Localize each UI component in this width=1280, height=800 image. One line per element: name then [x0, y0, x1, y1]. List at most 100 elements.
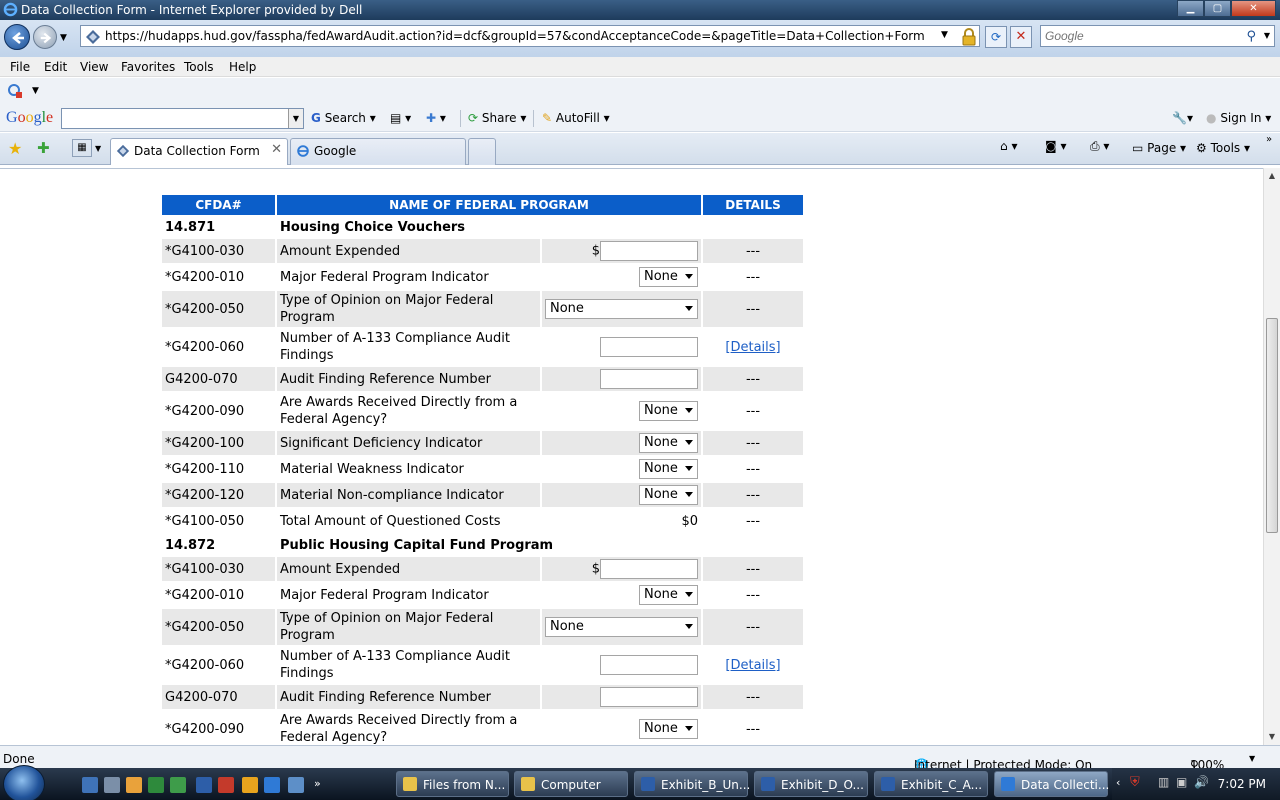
network-icon[interactable]: ▣ [1176, 775, 1187, 789]
wrench-button[interactable]: 🔧▾ [1172, 111, 1193, 125]
volume-icon[interactable]: 🔊 [1194, 775, 1209, 789]
tab-list-dropdown[interactable]: ▼ [95, 144, 101, 153]
quick-tabs-icon[interactable]: ▦ [72, 139, 92, 157]
back-button[interactable] [4, 24, 30, 50]
page-menu-button[interactable]: ▭ Page ▾ [1132, 141, 1186, 155]
clock[interactable]: 7:02 PM [1218, 777, 1266, 791]
vertical-scrollbar[interactable]: ▲ ▼ [1263, 168, 1280, 745]
details-cell: --- [703, 291, 803, 327]
quicklaunch-excel-icon[interactable] [148, 777, 164, 793]
autofill-button[interactable]: ✎ AutoFill ▾ [542, 111, 610, 125]
scroll-thumb[interactable] [1266, 318, 1278, 533]
refresh-button[interactable]: ⟳ [985, 26, 1007, 48]
indicator-select[interactable]: None [639, 401, 698, 421]
task-exhibit-d[interactable]: Exhibit_D_O... [754, 771, 868, 797]
search-options-dropdown[interactable]: ▼ [1264, 31, 1270, 40]
quicklaunch-switch-icon[interactable] [104, 777, 120, 793]
text-input[interactable] [600, 655, 698, 675]
quicklaunch-media-icon[interactable] [242, 777, 258, 793]
stop-button[interactable]: ✕ [1010, 26, 1032, 48]
google-search-dropdown[interactable]: ▼ [288, 109, 303, 128]
amount-expended-input[interactable] [600, 241, 698, 261]
menu-view[interactable]: View [80, 60, 108, 74]
close-tab-icon[interactable]: ✕ [271, 142, 282, 157]
chevron-more-icon[interactable]: » [1266, 134, 1272, 145]
minimize-button[interactable]: ▁ [1177, 0, 1204, 17]
menu-favorites[interactable]: Favorites [121, 60, 175, 74]
live-search-box[interactable]: ⚲ ▼ [1040, 25, 1275, 47]
add-favorites-icon[interactable]: ✚ [37, 139, 50, 157]
text-input[interactable] [600, 687, 698, 707]
lock-icon[interactable] [960, 28, 978, 46]
indicator-select[interactable]: None [639, 485, 698, 505]
forward-arrow-icon [40, 32, 52, 44]
field-code: *G4200-050 [162, 291, 275, 327]
tools-menu-button[interactable]: ⚙ Tools ▾ [1196, 141, 1250, 155]
menu-file[interactable]: File [10, 60, 30, 74]
indicator-select[interactable]: None [639, 719, 698, 739]
quicklaunch-ie-icon[interactable] [264, 777, 280, 793]
share-button[interactable]: ⟳ Share ▾ [468, 111, 526, 125]
address-dropdown[interactable]: ▼ [941, 30, 948, 40]
zoom-dropdown[interactable]: ▼ [1249, 754, 1255, 763]
quicklaunch-word-icon[interactable] [196, 777, 212, 793]
chevron-down-icon [685, 440, 693, 445]
google-search-input[interactable]: ▼ [61, 108, 304, 129]
task-exhibit-c[interactable]: Exhibit_C_A... [874, 771, 988, 797]
menu-help[interactable]: Help [229, 60, 256, 74]
close-window-button[interactable]: ✕ [1231, 0, 1276, 17]
favorites-star-icon[interactable]: ★ [8, 139, 22, 158]
recent-pages-dropdown[interactable]: ▼ [60, 33, 67, 43]
print-button[interactable]: ⎙ ▾ [1090, 139, 1109, 154]
new-tab-button[interactable] [468, 138, 496, 165]
text-input[interactable] [600, 369, 698, 389]
quicklaunch-desktop-icon[interactable] [82, 777, 98, 793]
address-field[interactable]: https://hudapps.hud.gov/fasspha/fedAward… [80, 25, 980, 47]
indicator-select[interactable]: None [639, 267, 698, 287]
address-url[interactable]: https://hudapps.hud.gov/fasspha/fedAward… [105, 29, 925, 43]
indicator-select[interactable]: None [639, 459, 698, 479]
search-icon[interactable]: ⚲ [1246, 29, 1256, 44]
scroll-up-arrow[interactable]: ▲ [1264, 168, 1280, 184]
quicklaunch-more-icon[interactable]: » [314, 777, 321, 790]
amount-expended-input[interactable] [600, 559, 698, 579]
links-dropdown[interactable]: ▼ [32, 86, 39, 96]
feeds-button[interactable]: ◙ ▾ [1045, 139, 1067, 153]
task-computer[interactable]: Computer [514, 771, 628, 797]
indicator-select[interactable]: None [639, 585, 698, 605]
sign-in-button[interactable]: ● Sign In ▾ [1206, 111, 1271, 125]
start-button[interactable] [3, 765, 45, 800]
menu-edit[interactable]: Edit [44, 60, 67, 74]
task-data-collection[interactable]: Data Collecti... [994, 771, 1109, 797]
tab-google[interactable]: Google [290, 138, 466, 165]
tray-expand-icon[interactable]: ‹ [1116, 776, 1120, 789]
toolbar-add-icon[interactable] [6, 82, 24, 100]
google-search-button[interactable]: G Search ▾ [311, 111, 376, 125]
details-link[interactable]: [Details] [725, 340, 780, 355]
bookmarks-button[interactable]: ▤ ▾ [390, 111, 411, 125]
maximize-button[interactable]: ▢ [1204, 0, 1231, 17]
live-search-input[interactable] [1045, 27, 1245, 45]
forward-button[interactable] [33, 25, 57, 49]
shield-icon[interactable]: ⛨ [1130, 775, 1140, 790]
home-button[interactable]: ⌂ ▾ [1000, 139, 1017, 153]
details-link[interactable]: [Details] [725, 658, 780, 673]
details-placeholder: --- [745, 513, 761, 529]
quicklaunch-outlook-icon[interactable] [126, 777, 142, 793]
quicklaunch-app-icon[interactable] [288, 777, 304, 793]
gear-icon: ⚙ [1196, 141, 1207, 155]
quicklaunch-acrobat-icon[interactable] [218, 777, 234, 793]
opinion-type-select[interactable]: None [545, 617, 698, 637]
plus-button[interactable]: ✚ ▾ [426, 111, 446, 125]
tray-app-icon[interactable]: ▥ [1158, 775, 1169, 789]
field-control-cell: None [542, 609, 701, 645]
task-files[interactable]: Files from N... [396, 771, 509, 797]
menu-tools[interactable]: Tools [184, 60, 214, 74]
indicator-select[interactable]: None [639, 433, 698, 453]
tab-data-collection-form[interactable]: Data Collection Form ✕ [110, 138, 288, 165]
scroll-down-arrow[interactable]: ▼ [1264, 729, 1280, 745]
task-exhibit-b[interactable]: Exhibit_B_Un... [634, 771, 750, 797]
opinion-type-select[interactable]: None [545, 299, 698, 319]
text-input[interactable] [600, 337, 698, 357]
quicklaunch-messenger-icon[interactable] [170, 777, 186, 793]
